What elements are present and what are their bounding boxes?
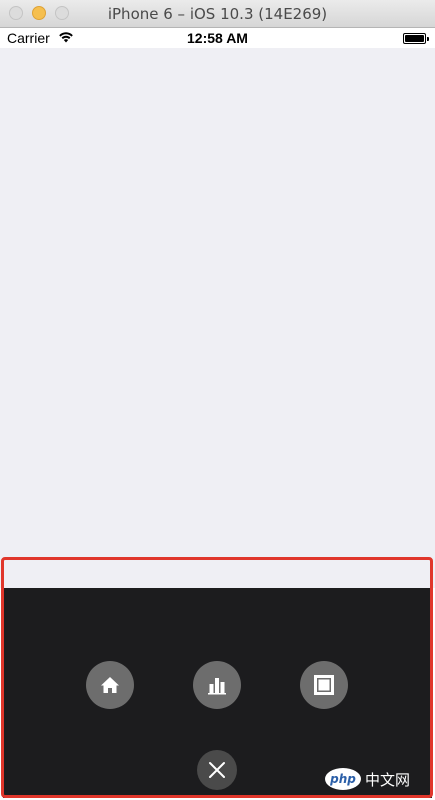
home-icon	[101, 677, 119, 693]
status-bar: Carrier 12:58 AM	[0, 28, 435, 48]
frame-menu-button[interactable]	[300, 661, 348, 709]
bar-chart-icon	[208, 678, 226, 695]
battery-icon	[403, 33, 429, 44]
watermark-logo: php	[325, 768, 361, 790]
app-content-strip	[3, 559, 432, 587]
square-frame-icon	[314, 675, 334, 695]
close-icon	[209, 762, 225, 778]
watermark-text: 中文网	[365, 771, 411, 789]
chart-menu-button[interactable]	[193, 661, 241, 709]
window-title: iPhone 6 – iOS 10.3 (14E269)	[107, 5, 328, 23]
battery-level-fill	[405, 35, 424, 42]
app-content-area	[0, 48, 435, 588]
close-menu-button[interactable]	[197, 750, 237, 790]
home-menu-button[interactable]	[86, 661, 134, 709]
simulator-title-bar: iPhone 6 – iOS 10.3 (14E269)	[0, 0, 435, 28]
status-time: 12:58 AM	[187, 30, 248, 46]
site-watermark: php 中文网	[325, 765, 430, 793]
